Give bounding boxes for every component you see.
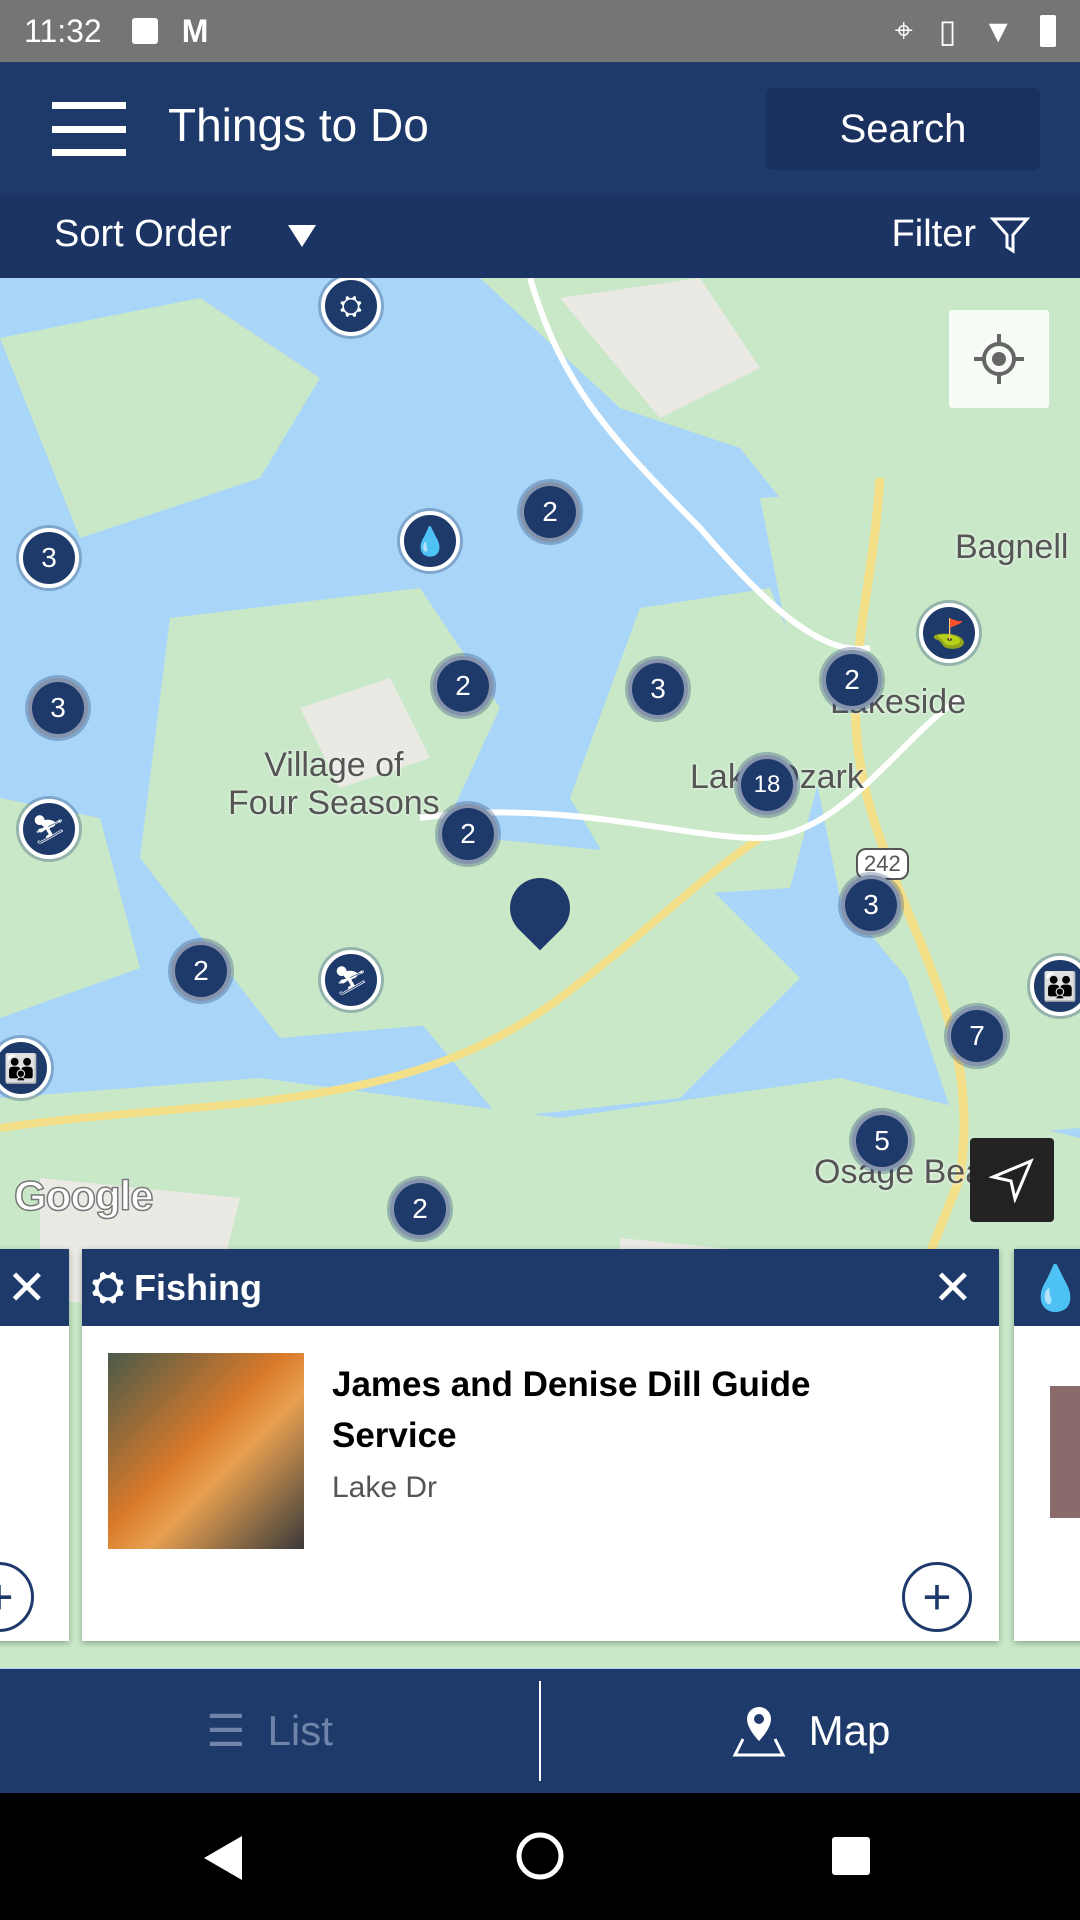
crosshair-icon: [974, 334, 1024, 384]
page-title: Things to Do: [168, 99, 429, 151]
sort-filter-bar: Sort Order Filter: [0, 193, 1080, 278]
cluster-marker[interactable]: 3: [19, 528, 79, 588]
fishing-marker[interactable]: ⛭: [321, 278, 381, 336]
cluster-marker[interactable]: 18: [737, 755, 797, 815]
card-category: Fishing: [134, 1266, 262, 1308]
cluster-marker[interactable]: 3: [628, 659, 688, 719]
filter-label: Filter: [891, 213, 976, 255]
status-bar: 11:32 M ⌖ ▯ ▼: [0, 0, 1080, 62]
home-icon[interactable]: [515, 1831, 565, 1881]
recents-icon[interactable]: [832, 1837, 870, 1875]
cluster-marker[interactable]: 2: [520, 482, 580, 542]
bottom-nav: ☰ List Map: [0, 1669, 1080, 1793]
prev-card[interactable]: ✕ +: [0, 1249, 69, 1641]
water-drop-icon: 💧: [1028, 1263, 1080, 1313]
map-label-bagnell: Bagnell: [955, 528, 1069, 566]
cluster-marker[interactable]: 3: [841, 875, 901, 935]
add-button[interactable]: +: [0, 1562, 34, 1632]
navigation-arrow-icon: [989, 1158, 1034, 1203]
google-logo: Google: [13, 1171, 154, 1220]
filter-icon: [990, 217, 1030, 254]
place-photo: [1050, 1386, 1080, 1518]
cluster-marker[interactable]: 2: [438, 804, 498, 864]
back-icon[interactable]: [204, 1836, 244, 1880]
app-header: Things to Do Search: [0, 62, 1080, 193]
wifi-icon: ▼: [982, 12, 1014, 49]
gmail-icon: M: [181, 12, 209, 49]
android-nav-bar: [0, 1793, 1080, 1920]
watersports-marker[interactable]: ⛷: [19, 799, 79, 859]
water-drop-marker[interactable]: 💧: [400, 511, 460, 571]
cluster-marker[interactable]: 5: [852, 1111, 912, 1171]
battery-charging-icon: [1040, 15, 1056, 47]
map-pin-icon: [732, 1707, 786, 1757]
search-button[interactable]: Search: [766, 88, 1040, 170]
place-photo[interactable]: [108, 1353, 304, 1549]
tab-list-label: List: [267, 1707, 333, 1754]
add-button[interactable]: +: [902, 1562, 972, 1632]
vibrate-icon: ▯: [938, 13, 957, 49]
clock: 11:32: [24, 12, 102, 49]
caret-down-icon[interactable]: [288, 225, 316, 247]
my-location-button[interactable]: [949, 310, 1049, 408]
list-icon: ☰: [206, 1706, 246, 1756]
tab-map-label: Map: [808, 1707, 891, 1754]
card-header: ⛭ Fishing ✕: [82, 1249, 999, 1326]
next-card[interactable]: 💧: [1014, 1249, 1080, 1641]
place-card[interactable]: ⛭ Fishing ✕ James and Denise Dill Guide …: [82, 1249, 999, 1641]
watersports-marker[interactable]: ⛷: [321, 950, 381, 1010]
close-icon[interactable]: ✕: [7, 1260, 47, 1316]
cluster-marker[interactable]: 2: [171, 941, 231, 1001]
golf-marker[interactable]: ⛳: [919, 603, 979, 663]
map-label-village: Village of Four Seasons: [228, 746, 440, 822]
cluster-marker[interactable]: 7: [947, 1006, 1007, 1066]
cluster-marker[interactable]: 3: [28, 678, 88, 738]
menu-icon[interactable]: [52, 102, 126, 156]
tab-map[interactable]: Map: [541, 1669, 1080, 1793]
cluster-marker[interactable]: 2: [822, 650, 882, 710]
directions-button[interactable]: [970, 1138, 1054, 1222]
filter-button[interactable]: Filter: [892, 213, 1030, 256]
image-icon: [131, 18, 158, 44]
cluster-marker[interactable]: 2: [390, 1179, 450, 1239]
location-icon: ⌖: [894, 12, 913, 48]
fishing-icon: ⛭: [92, 1265, 124, 1309]
cluster-marker[interactable]: 2: [433, 656, 493, 716]
place-address: Lake Dr: [332, 1471, 438, 1504]
close-icon[interactable]: ✕: [933, 1260, 973, 1316]
sort-order-dropdown[interactable]: Sort Order: [54, 213, 231, 256]
place-name[interactable]: James and Denise Dill Guide Service: [332, 1359, 892, 1461]
tab-list[interactable]: ☰ List: [0, 1669, 539, 1793]
